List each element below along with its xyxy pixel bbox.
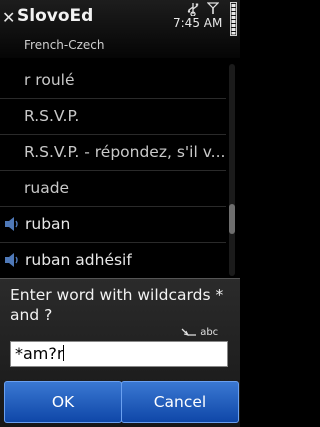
usb-icon (187, 3, 199, 16)
list-item-label: ruban adhésif (25, 251, 132, 269)
wildcard-input[interactable]: *am?r (10, 341, 228, 367)
wildcard-dialog: Enter word with wildcards * and ? abc *a… (0, 278, 240, 427)
list-item[interactable]: R.S.V.P. - répondez, s'il v... (0, 134, 226, 171)
list-item-label: ruade (24, 179, 70, 197)
list-item[interactable]: R.S.V.P. (0, 98, 226, 135)
list-item[interactable]: r roulé (0, 62, 226, 99)
battery-icon (230, 2, 237, 36)
list-item-label: r roulé (24, 71, 75, 89)
dictionary-direction: French-Czech (24, 38, 105, 52)
text-caret (63, 345, 65, 361)
app-title: SlovoEd (17, 6, 94, 26)
dialog-prompt: Enter word with wildcards * and ? (10, 286, 224, 324)
signal-icon (207, 2, 219, 14)
clock: 7:45 AM (173, 16, 223, 30)
input-mode-label: abc (200, 327, 219, 338)
list-item-label: R.S.V.P. - répondez, s'il v... (24, 143, 226, 161)
input-mode-indicator: abc (181, 327, 218, 338)
list-item[interactable]: ruade (0, 170, 226, 207)
speaker-icon[interactable] (3, 251, 25, 269)
wildcard-input-value: *am?r (15, 344, 64, 363)
list-item-label: ruban (25, 215, 71, 233)
input-mode-icon (181, 328, 196, 336)
scrollbar-thumb[interactable] (229, 204, 235, 234)
close-icon[interactable]: ✕ (2, 10, 15, 26)
scrollbar[interactable] (229, 64, 235, 276)
cancel-button[interactable]: Cancel (121, 381, 239, 423)
ok-button[interactable]: OK (4, 381, 122, 423)
list-item[interactable]: ruban (0, 206, 226, 243)
speaker-icon[interactable] (3, 215, 25, 233)
list-item-label: R.S.V.P. (24, 107, 80, 125)
title-bar: ✕ SlovoEd French-Czech 7:45 AM (0, 0, 240, 58)
list-item[interactable]: ruban adhésif (0, 242, 226, 279)
